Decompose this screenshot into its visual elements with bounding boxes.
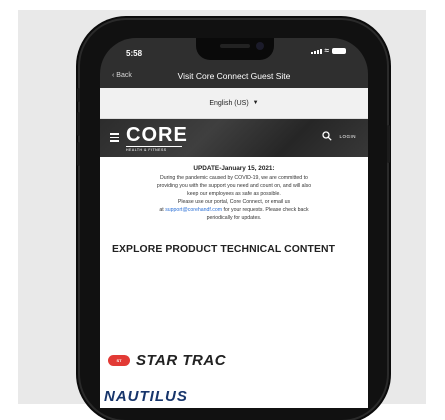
update-notice: UPDATE-January 15, 2021: During the pand… <box>100 157 368 222</box>
browser-nav-bar: ‹ Back Visit Core Connect Guest Site <box>100 66 368 88</box>
update-heading: UPDATE-January 15, 2021: <box>193 165 275 172</box>
update-line-5-pre: at <box>159 207 164 213</box>
logo-rule <box>126 146 182 147</box>
star-trac-badge-icon: ST <box>108 355 130 366</box>
update-line-2: providing you with the support you need … <box>156 183 312 189</box>
volume-up-button <box>77 112 80 136</box>
search-icon[interactable] <box>322 131 332 141</box>
star-trac-label: STAR TRAC <box>136 352 227 369</box>
explore-heading: EXPLORE PRODUCT TECHNICAL CONTENT <box>112 244 336 255</box>
update-line-6: periodically for updates. <box>206 215 262 221</box>
chevron-down-icon: ▼ <box>252 100 259 106</box>
power-button <box>387 125 390 163</box>
status-icons: ≈ <box>310 46 346 55</box>
nautilus-brand-link[interactable]: NAUTILUS <box>104 388 188 406</box>
wifi-icon: ≈ <box>324 46 329 55</box>
status-time: 5:58 <box>126 49 143 58</box>
language-value: English (US) <box>209 99 249 107</box>
update-line-3: keep our employees as safe as possible. <box>187 191 281 197</box>
logo-tagline: HEALTH & FITNESS <box>126 148 167 152</box>
logo-text: CORE <box>126 124 188 146</box>
update-line-5: at support@corehandf.com for your reques… <box>110 206 358 214</box>
volume-down-button <box>77 142 80 166</box>
support-email-link[interactable]: support@corehandf.com <box>165 207 222 213</box>
nautilus-label: NAUTILUS <box>104 388 188 405</box>
nav-title: Visit Core Connect Guest Site <box>177 71 291 81</box>
menu-icon[interactable] <box>110 133 119 144</box>
star-trac-brand-link[interactable]: ST STAR TRAC <box>108 352 226 369</box>
site-header: CORE HEALTH & FITNESS LOGIN <box>100 119 368 157</box>
update-line-4: Please use our portal, Core Connect, or … <box>177 199 291 205</box>
signal-icon <box>310 48 322 54</box>
core-logo[interactable]: CORE HEALTH & FITNESS <box>126 125 188 152</box>
update-line-1: During the pandemic caused by COVID-19, … <box>160 175 308 181</box>
status-bar: 5:58 ≈ <box>100 38 368 66</box>
update-line-5-post: for your requests. Please check back <box>223 207 309 213</box>
login-link[interactable]: LOGIN <box>339 134 356 139</box>
language-selector[interactable]: English (US) ▼ <box>100 88 368 119</box>
battery-icon <box>332 48 346 54</box>
mute-switch <box>77 88 80 102</box>
